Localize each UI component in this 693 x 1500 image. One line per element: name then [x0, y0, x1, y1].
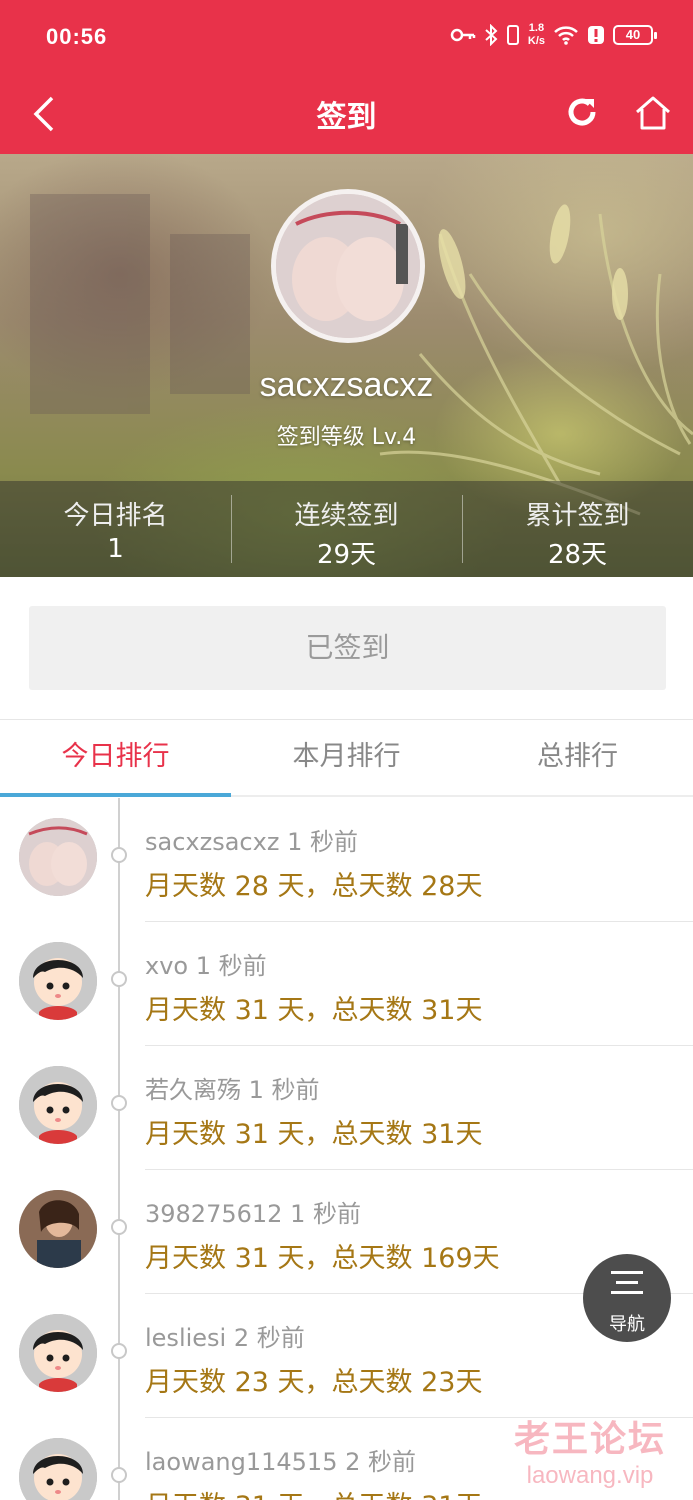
timeline-dot	[111, 1343, 127, 1359]
row-username[interactable]: laowang114515	[145, 1448, 337, 1476]
tab-total[interactable]: 总排行	[462, 720, 693, 795]
status-icons: 1.8 K/s 40	[450, 22, 657, 48]
row-username[interactable]: xvo	[145, 952, 188, 980]
avatar[interactable]	[19, 942, 97, 1020]
row-user-time: sacxzsacxz 1 秒前	[145, 822, 358, 857]
list-item[interactable]: xvo 1 秒前月天数 31 天，总天数 31天	[0, 922, 693, 1046]
user-avatar[interactable]	[271, 189, 425, 343]
home-icon	[636, 96, 670, 130]
bluetooth-icon	[485, 24, 498, 46]
alert-icon	[588, 26, 604, 44]
row-username[interactable]: 若久离殇	[145, 1076, 241, 1104]
profile-header: sacxzsacxz 签到等级 Lv.4 今日排名 1 连续签到 29天 累计签…	[0, 154, 693, 577]
refresh-icon	[568, 98, 596, 126]
row-user-time: 若久离殇 1 秒前	[145, 1070, 320, 1105]
tab-month[interactable]: 本月排行	[231, 720, 462, 795]
stat-today-rank: 今日排名 1	[0, 481, 231, 577]
row-user-time: 398275612 1 秒前	[145, 1194, 361, 1229]
stat-value: 28天	[547, 540, 608, 570]
net-speed-value: 1.8	[528, 22, 545, 34]
status-time: 00:56	[46, 24, 108, 49]
stat-label: 连续签到	[294, 501, 399, 531]
nav-fab-button[interactable]: 导航	[583, 1254, 671, 1342]
row-days: 月天数 23 天，总天数 23天	[145, 1367, 483, 1398]
signed-button[interactable]: 已签到	[29, 606, 666, 690]
username: sacxzsacxz	[259, 366, 434, 404]
stats-bar: 今日排名 1 连续签到 29天 累计签到 28天	[0, 481, 693, 577]
row-days: 月天数 31 天，总天数 31天	[145, 1484, 482, 1500]
stat-value: 29天	[316, 540, 377, 570]
title-bar: 签到	[0, 78, 693, 154]
watermark-url: laowang.vip	[526, 1462, 654, 1489]
stat-total: 累计签到 28天	[462, 481, 693, 577]
net-speed-unit: K/s	[527, 35, 545, 47]
timeline-dot	[111, 1095, 127, 1111]
avatar[interactable]	[19, 1438, 97, 1500]
watermark: 老王论坛 laowang.vip	[500, 1410, 680, 1490]
wifi-icon	[554, 26, 578, 45]
row-user-time: lesliesi 2 秒前	[145, 1318, 305, 1353]
vibrate-icon	[506, 25, 519, 45]
row-username[interactable]: lesliesi	[145, 1324, 226, 1352]
avatar[interactable]	[19, 818, 97, 896]
row-username[interactable]: 398275612	[145, 1200, 282, 1228]
row-time: 2 秒前	[345, 1448, 417, 1476]
tab-today[interactable]: 今日排行	[0, 720, 231, 797]
row-time: 1 秒前	[287, 828, 358, 856]
row-days: 月天数 28 天，总天数 28天	[145, 871, 483, 902]
row-days: 月天数 31 天，总天数 169天	[145, 1243, 500, 1274]
key-icon	[450, 28, 476, 42]
timeline-dot	[111, 1467, 127, 1483]
battery-icon: 40	[613, 25, 657, 45]
row-username[interactable]: sacxzsacxz	[145, 828, 279, 856]
row-time: 1 秒前	[290, 1200, 361, 1228]
status-bar: 00:56 1.8 K/s 40	[0, 0, 693, 78]
stat-value: 1	[107, 534, 124, 564]
stat-consecutive: 连续签到 29天	[231, 481, 462, 577]
home-button[interactable]	[630, 90, 676, 136]
timeline-dot	[111, 847, 127, 863]
menu-icon	[611, 1271, 643, 1301]
avatar-image	[276, 194, 420, 338]
timeline-dot	[111, 971, 127, 987]
stat-label: 累计签到	[525, 501, 630, 531]
avatar[interactable]	[19, 1190, 97, 1268]
refresh-button[interactable]	[560, 90, 604, 134]
net-speed: 1.8 K/s	[528, 22, 545, 48]
row-user-time: laowang114515 2 秒前	[145, 1442, 416, 1477]
list-item[interactable]: 若久离殇 1 秒前月天数 31 天，总天数 31天	[0, 1046, 693, 1170]
row-days: 月天数 31 天，总天数 31天	[145, 1119, 483, 1150]
list-item[interactable]: sacxzsacxz 1 秒前月天数 28 天，总天数 28天	[0, 798, 693, 922]
row-time: 2 秒前	[233, 1324, 305, 1352]
row-time: 1 秒前	[248, 1076, 320, 1104]
row-time: 1 秒前	[195, 952, 267, 980]
ranking-list: sacxzsacxz 1 秒前 月天数 28 天，总天数 28天 xvo 1 秒前月…	[0, 798, 693, 1500]
nav-fab-label: 导航	[609, 1314, 645, 1335]
sign-level: 签到等级 Lv.4	[276, 425, 417, 450]
watermark-title: 老王论坛	[513, 1419, 666, 1460]
timeline-dot	[111, 1219, 127, 1235]
avatar[interactable]	[19, 1314, 97, 1392]
row-days: 月天数 31 天，总天数 31天	[145, 995, 483, 1026]
row-user-time: xvo 1 秒前	[145, 946, 267, 981]
stat-label: 今日排名	[63, 501, 168, 531]
ranking-tabs: 今日排行 本月排行 总排行	[0, 719, 693, 797]
avatar[interactable]	[19, 1066, 97, 1144]
